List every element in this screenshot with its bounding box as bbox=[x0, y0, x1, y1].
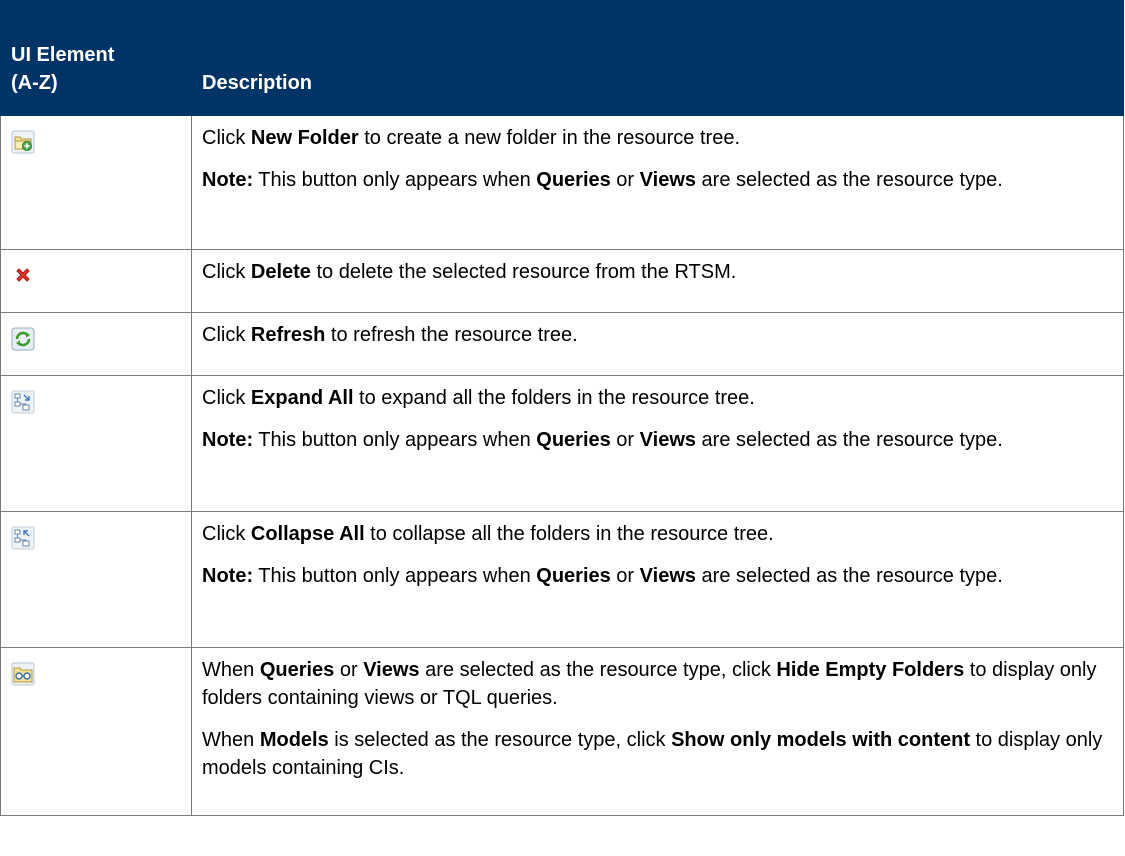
description-cell: Click Expand All to expand all the folde… bbox=[191, 375, 1124, 512]
note-label: Note: bbox=[202, 169, 254, 191]
text-segment: is selected as the resource type, click bbox=[328, 729, 672, 751]
ui-element-header-line1: UI Element bbox=[11, 44, 115, 66]
icon-cell bbox=[0, 115, 192, 250]
icon-cell bbox=[0, 511, 192, 648]
text-segment: Click bbox=[202, 127, 251, 149]
note-text: Note: This button only appears when Quer… bbox=[202, 166, 1115, 194]
text-segment: Click bbox=[202, 261, 251, 283]
text-segment: to expand all the folders in the resourc… bbox=[353, 387, 755, 409]
icon-cell bbox=[0, 312, 192, 376]
expand-all-term: Expand All bbox=[250, 387, 354, 409]
views-term: Views bbox=[363, 659, 420, 681]
description-cell: Click Collapse All to collapse all the f… bbox=[191, 511, 1124, 648]
new-folder-icon bbox=[11, 130, 35, 154]
text-segment: This button only appears when bbox=[253, 429, 537, 451]
text-segment: are selected as the resource type. bbox=[696, 565, 1003, 587]
note-text: Note: This button only appears when Quer… bbox=[202, 562, 1115, 590]
note-label: Note: bbox=[202, 565, 254, 587]
refresh-icon bbox=[11, 327, 35, 351]
show-only-models-term: Show only models with content bbox=[671, 729, 970, 751]
ui-elements-table: UI Element(A-Z) Description Click New F bbox=[0, 0, 1124, 816]
note-text: Note: This button only appears when Quer… bbox=[202, 426, 1115, 454]
text-segment: This button only appears when bbox=[253, 169, 537, 191]
description-text: Click Collapse All to collapse all the f… bbox=[202, 520, 1115, 548]
text-segment: or bbox=[610, 429, 640, 451]
expand-all-icon bbox=[11, 390, 35, 414]
icon-cell bbox=[0, 647, 192, 816]
description-text: When Queries or Views are selected as th… bbox=[202, 656, 1115, 712]
description-cell: Click Refresh to refresh the resource tr… bbox=[191, 312, 1124, 376]
views-term: Views bbox=[639, 429, 696, 451]
text-segment: to collapse all the folders in the resou… bbox=[364, 523, 774, 545]
description-text: When Models is selected as the resource … bbox=[202, 726, 1115, 782]
description-cell: Click Delete to delete the selected reso… bbox=[191, 249, 1124, 313]
description-text: Click Delete to delete the selected reso… bbox=[202, 258, 1115, 286]
text-segment: Click bbox=[202, 324, 251, 346]
hide-empty-folders-term: Hide Empty Folders bbox=[776, 659, 965, 681]
collapse-all-term: Collapse All bbox=[250, 523, 365, 545]
description-text: Click Expand All to expand all the folde… bbox=[202, 384, 1115, 412]
text-segment: are selected as the resource type. bbox=[696, 169, 1003, 191]
description-text: Click Refresh to refresh the resource tr… bbox=[202, 321, 1115, 349]
icon-cell bbox=[0, 249, 192, 313]
queries-term: Queries bbox=[259, 659, 335, 681]
views-term: Views bbox=[639, 169, 696, 191]
hide-empty-folders-icon bbox=[11, 662, 35, 686]
text-segment: When bbox=[202, 729, 260, 751]
text-segment: When bbox=[202, 659, 260, 681]
table-row: When Queries or Views are selected as th… bbox=[0, 647, 1124, 816]
description-column-header: Description bbox=[191, 0, 1124, 116]
text-segment: are selected as the resource type, click bbox=[419, 659, 777, 681]
queries-term: Queries bbox=[536, 169, 611, 191]
text-segment: or bbox=[610, 565, 640, 587]
description-cell: Click New Folder to create a new folder … bbox=[191, 115, 1124, 250]
table-row: Click Refresh to refresh the resource tr… bbox=[0, 312, 1124, 376]
table-row: Click New Folder to create a new folder … bbox=[0, 115, 1124, 250]
queries-term: Queries bbox=[536, 565, 611, 587]
views-term: Views bbox=[639, 565, 696, 587]
text-segment: to delete the selected resource from the… bbox=[310, 261, 737, 283]
table-header-row: UI Element (A-Z) Description bbox=[0, 0, 1124, 116]
text-segment: are selected as the resource type. bbox=[696, 429, 1003, 451]
description-cell: When Queries or Views are selected as th… bbox=[191, 647, 1124, 816]
table-row: Click Collapse All to collapse all the f… bbox=[0, 511, 1124, 648]
text-segment: to refresh the resource tree. bbox=[325, 324, 578, 346]
delete-icon bbox=[11, 264, 35, 288]
table-row: Click Expand All to expand all the folde… bbox=[0, 375, 1124, 512]
delete-term: Delete bbox=[250, 261, 311, 283]
text-segment: or bbox=[334, 659, 364, 681]
collapse-all-icon bbox=[11, 526, 35, 550]
refresh-term: Refresh bbox=[250, 324, 326, 346]
text-segment: Click bbox=[202, 523, 251, 545]
icon-cell bbox=[0, 375, 192, 512]
ui-element-header-line2: (A-Z) bbox=[11, 72, 58, 94]
description-text: Click New Folder to create a new folder … bbox=[202, 124, 1115, 152]
text-segment: to create a new folder in the resource t… bbox=[358, 127, 741, 149]
table-row: Click Delete to delete the selected reso… bbox=[0, 249, 1124, 313]
ui-element-column-header: UI Element (A-Z) bbox=[0, 0, 192, 116]
models-term: Models bbox=[259, 729, 329, 751]
text-segment: This button only appears when bbox=[253, 565, 537, 587]
new-folder-term: New Folder bbox=[250, 127, 359, 149]
queries-term: Queries bbox=[536, 429, 611, 451]
text-segment: or bbox=[610, 169, 640, 191]
note-label: Note: bbox=[202, 429, 254, 451]
text-segment: Click bbox=[202, 387, 251, 409]
